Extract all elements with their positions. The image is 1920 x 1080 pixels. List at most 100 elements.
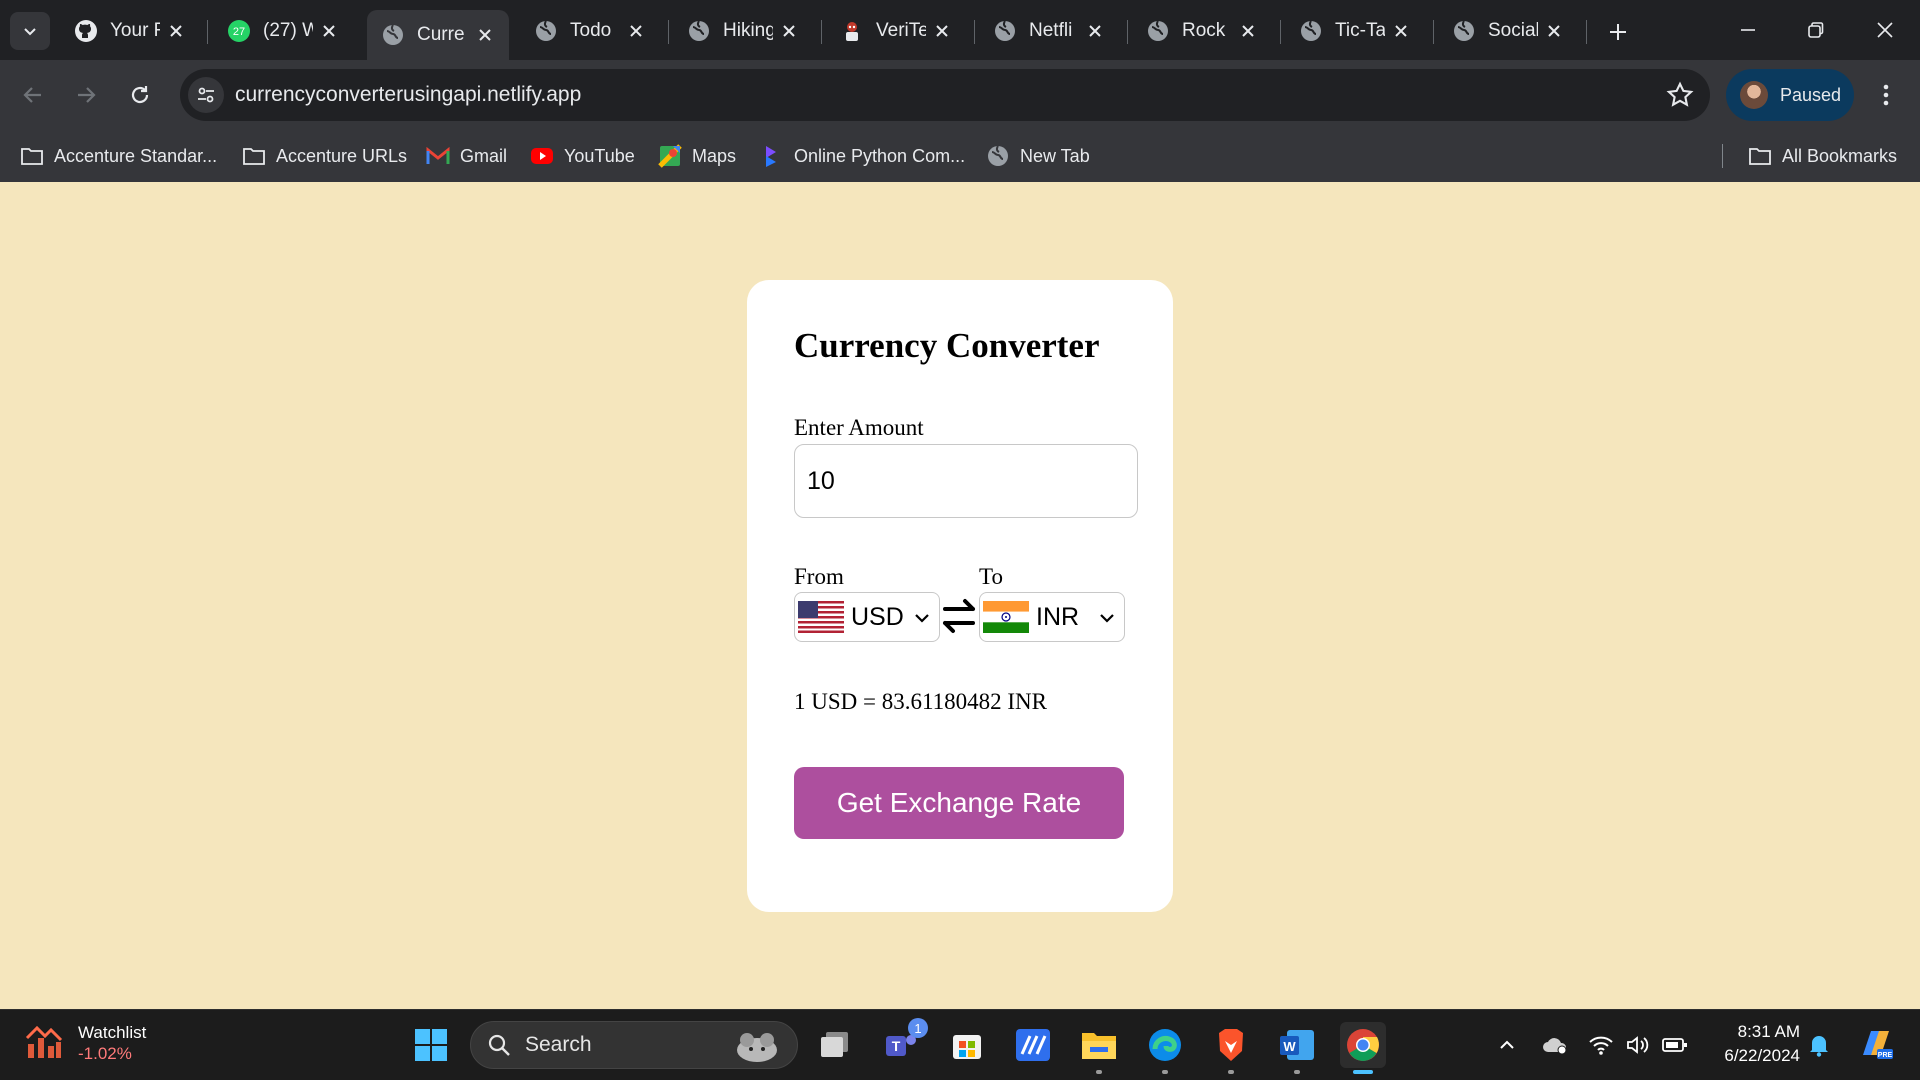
tab-title: Todo: [570, 20, 612, 41]
reload-icon: [131, 86, 149, 104]
plus-icon: [1610, 24, 1626, 40]
to-currency-select[interactable]: INR: [979, 592, 1125, 642]
url-text[interactable]: currencyconverterusingapi.netlify.app: [235, 83, 581, 107]
india-flag-icon: [983, 601, 1029, 633]
tab-hiking[interactable]: Hiking: [673, 8, 813, 54]
profile-status: Paused: [1780, 84, 1842, 105]
word-button[interactable]: W: [1274, 1022, 1320, 1074]
close-window-button[interactable]: [1862, 10, 1908, 50]
show-hidden-icons-button[interactable]: [1492, 1030, 1522, 1060]
close-icon[interactable]: [626, 21, 646, 41]
from-currency-select[interactable]: USD: [794, 592, 940, 642]
close-icon[interactable]: [475, 25, 495, 45]
word-icon: W: [1280, 1030, 1314, 1060]
bookmark-label: YouTube: [564, 145, 635, 166]
restore-button[interactable]: [1793, 10, 1839, 50]
chrome-button[interactable]: [1340, 1022, 1386, 1074]
minimize-button[interactable]: [1725, 10, 1771, 50]
tab-github[interactable]: Your R: [60, 8, 200, 54]
brave-button[interactable]: [1208, 1022, 1254, 1074]
close-icon[interactable]: [932, 21, 952, 41]
bookmark-accenture-standards[interactable]: Accenture Standar...: [20, 139, 217, 173]
edge-button[interactable]: [1142, 1022, 1188, 1074]
tab-title: Your R: [110, 20, 160, 41]
get-exchange-rate-button[interactable]: Get Exchange Rate: [794, 767, 1124, 839]
tab-todo[interactable]: Todo: [520, 8, 660, 54]
exchange-rate-text: 1 USD = 83.61180482 INR: [794, 689, 1047, 714]
tab-separator: [821, 20, 822, 44]
bookmark-star-icon[interactable]: [1666, 81, 1694, 109]
address-bar[interactable]: currencyconverterusingapi.netlify.app: [180, 69, 1710, 121]
forward-button[interactable]: [67, 76, 105, 114]
tab-separator: [668, 20, 669, 44]
close-icon[interactable]: [1238, 21, 1258, 41]
start-button[interactable]: [408, 1022, 454, 1068]
copilot-button[interactable]: PRE: [1856, 1024, 1896, 1064]
store-icon: [953, 1035, 981, 1059]
bookmark-accenture-urls[interactable]: Accenture URLs: [242, 139, 407, 173]
taskbar-search[interactable]: Search: [470, 1021, 798, 1069]
bookmarks-bar: Accenture Standar... Accenture URLs Gmai…: [0, 130, 1920, 182]
close-icon[interactable]: [1544, 21, 1564, 41]
globe-icon: [1299, 19, 1323, 43]
app-launcher-button[interactable]: [1010, 1022, 1056, 1068]
tab-netflix[interactable]: Netfli: [979, 8, 1119, 54]
bookmark-label: New Tab: [1020, 145, 1090, 166]
running-indicator: [1228, 1070, 1234, 1074]
volume-button[interactable]: [1623, 1030, 1653, 1060]
amount-input[interactable]: [794, 444, 1138, 518]
close-icon[interactable]: [1085, 21, 1105, 41]
tab-separator: [1127, 20, 1128, 44]
volume-icon: [1627, 1036, 1649, 1054]
notifications-button[interactable]: [1804, 1030, 1834, 1060]
task-view-button[interactable]: [812, 1022, 858, 1068]
file-explorer-button[interactable]: [1076, 1022, 1122, 1074]
tab-social[interactable]: Social: [1438, 8, 1578, 54]
site-info-button[interactable]: [188, 77, 224, 113]
close-icon[interactable]: [166, 21, 186, 41]
swap-arrows-icon[interactable]: [941, 595, 977, 637]
all-bookmarks-label: All Bookmarks: [1782, 145, 1898, 166]
gmail-icon: [426, 144, 450, 168]
tab-tic-tac-toe[interactable]: Tic-Ta: [1285, 8, 1425, 54]
profile-button[interactable]: Paused: [1726, 69, 1854, 121]
close-icon[interactable]: [1391, 21, 1411, 41]
folder-icon: [20, 144, 44, 168]
clock[interactable]: 8:31 AM 6/22/2024: [1700, 1020, 1800, 1068]
globe-icon: [381, 23, 405, 47]
watchlist-widget[interactable]: Watchlist -1.02%: [24, 1022, 146, 1064]
tab-rock[interactable]: Rock: [1132, 8, 1272, 54]
taskbar: Watchlist -1.02% Search T 1 W 8:31 AM 6/…: [0, 1009, 1920, 1080]
new-tab-button[interactable]: [1600, 14, 1636, 50]
tab-title: VeriTe: [876, 20, 926, 41]
folder-icon: [1082, 1033, 1116, 1059]
tab-veritech[interactable]: VeriTe: [826, 8, 966, 54]
bookmark-online-python-compiler[interactable]: Online Python Com...: [760, 139, 965, 173]
restore-icon: [1808, 22, 1824, 38]
reload-button[interactable]: [121, 76, 159, 114]
arrow-right-icon: [78, 87, 96, 103]
globe-icon: [993, 19, 1017, 43]
converter-card: Currency Converter Enter Amount From To …: [747, 280, 1173, 912]
tab-search-button[interactable]: [10, 12, 50, 50]
bookmark-maps[interactable]: Maps: [658, 139, 736, 173]
bookmark-youtube[interactable]: YouTube: [530, 139, 635, 173]
browser-menu-button[interactable]: [1870, 76, 1902, 114]
onedrive-button[interactable]: [1540, 1030, 1570, 1060]
tune-icon: [198, 87, 214, 103]
battery-button[interactable]: [1660, 1030, 1690, 1060]
bookmark-new-tab[interactable]: New Tab: [986, 139, 1090, 173]
bookmark-gmail[interactable]: Gmail: [426, 139, 507, 173]
tab-whatsapp[interactable]: 27 (27) W: [213, 8, 353, 54]
close-icon[interactable]: [779, 21, 799, 41]
bell-icon: [1810, 1036, 1828, 1057]
back-button[interactable]: [14, 76, 52, 114]
store-button[interactable]: [944, 1022, 990, 1068]
all-bookmarks-button[interactable]: All Bookmarks: [1748, 139, 1897, 173]
wifi-button[interactable]: [1586, 1030, 1616, 1060]
tab-currency-converter[interactable]: Curre: [367, 10, 509, 60]
teams-button[interactable]: T 1: [878, 1018, 928, 1068]
close-icon[interactable]: [319, 21, 339, 41]
globe-icon: [1146, 19, 1170, 43]
svg-text:PRE: PRE: [1878, 1052, 1893, 1059]
